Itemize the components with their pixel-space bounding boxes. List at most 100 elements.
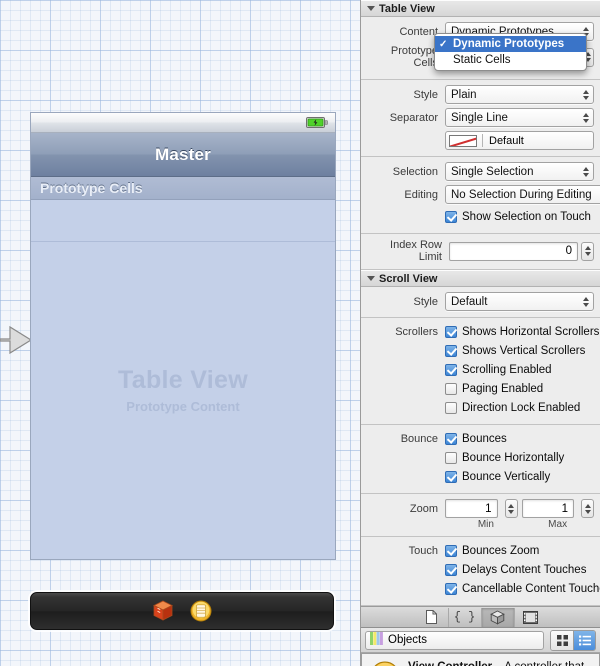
row-cancellable-content-touches[interactable]: Cancellable Content Touches [365, 580, 600, 597]
library-item-title: View Controller [408, 661, 492, 666]
checkbox-direction-lock-enabled[interactable] [445, 401, 457, 414]
row-zoom[interactable]: Zoom 1 1 [365, 499, 594, 518]
index-row-limit-stepper[interactable] [581, 241, 594, 261]
index-row-limit-value: 0 [565, 245, 572, 257]
file-template-library-tab[interactable] [415, 608, 448, 627]
object-library-tab[interactable] [480, 607, 514, 627]
media-library-tab[interactable] [513, 607, 547, 627]
row-separator-color[interactable]: Default [365, 131, 594, 150]
table-view-controller-icon[interactable] [190, 600, 212, 622]
selection-popup-button[interactable]: Single Selection [445, 162, 594, 181]
scene-dock[interactable] [30, 592, 334, 630]
row-show-selection-on-touch[interactable]: Show Selection on Touch [365, 208, 594, 225]
library-view-mode-group[interactable] [550, 629, 596, 651]
index-row-limit-field[interactable]: 0 [449, 241, 578, 261]
battery-charging-icon [306, 117, 328, 128]
checkbox-bounce-horizontally[interactable] [445, 451, 457, 464]
zoom-max-field[interactable]: 1 [521, 499, 574, 518]
table-view-controller-scene[interactable]: Master Prototype Cells Table View Protot… [30, 112, 336, 560]
table-section-header-label: Prototype Cells [40, 180, 143, 196]
zoom-max-stepper[interactable] [581, 499, 594, 518]
row-scrolling-enabled[interactable]: Scrolling Enabled [365, 361, 594, 378]
grid-view-button[interactable] [551, 630, 573, 650]
checkbox-show-selection-on-touch[interactable] [445, 210, 457, 223]
separator-popup-button[interactable]: Single Line [445, 108, 594, 127]
menu-item-static-cells[interactable]: Static Cells [435, 52, 586, 68]
label-separator: Separator [389, 111, 438, 124]
label-style: Style [413, 88, 438, 101]
separator-color-well[interactable]: Default [445, 131, 594, 150]
checkbox-shows-vertical-scrollers[interactable] [445, 344, 457, 357]
list-view-button[interactable] [573, 630, 595, 650]
content-popup-menu[interactable]: ✓ Dynamic Prototypes Static Cells [434, 33, 587, 71]
checkbox-paging-enabled[interactable] [445, 382, 457, 395]
navigation-bar[interactable]: Master [31, 133, 335, 177]
table-view-style-block: Style Plain Separator Single Line Defaul… [361, 80, 600, 157]
zoom-captions: Min Max [365, 519, 594, 530]
label-bounces-zoom: Bounces Zoom [462, 544, 540, 557]
library-category-select[interactable]: Objects [365, 630, 544, 650]
row-bounces-zoom[interactable]: Touch Bounces Zoom [365, 542, 594, 559]
checkbox-scrolling-enabled[interactable] [445, 363, 457, 376]
section-header-table-view[interactable]: Table View [361, 0, 600, 17]
label-direction-lock-enabled: Direction Lock Enabled [462, 401, 581, 414]
checkbox-bounces[interactable] [445, 432, 457, 445]
zoom-min-stepper[interactable] [504, 499, 518, 518]
library-chooser-bar[interactable]: Objects [361, 628, 600, 653]
menu-item-dynamic-prototypes[interactable]: ✓ Dynamic Prototypes [435, 36, 586, 52]
row-index-row-limit[interactable]: Index Row Limit 0 [365, 239, 594, 263]
row-style[interactable]: Style Plain [365, 85, 594, 104]
table-view-body[interactable]: Table View Prototype Content [31, 242, 335, 559]
editing-popup-value: No Selection During Editing [451, 188, 592, 201]
row-selection[interactable]: Selection Single Selection [365, 162, 594, 181]
code-snippet-library-tab[interactable]: { } [447, 607, 481, 627]
table-view-content-block: Content Dynamic Prototypes Prototype Cel… [361, 17, 600, 80]
zoom-min-field[interactable]: 1 [445, 499, 498, 518]
row-shows-vertical-scrollers[interactable]: Shows Vertical Scrollers [365, 342, 594, 359]
row-bounces[interactable]: Bounce Bounces [365, 430, 594, 447]
separator-color-value: Default [489, 134, 524, 147]
library-list[interactable]: View Controller – A controller that supp… [361, 653, 600, 666]
checkbox-bounce-vertically[interactable] [445, 470, 457, 483]
table-view-selection-block: Selection Single Selection Editing No Se… [361, 157, 600, 234]
label-scroll-style: Style [413, 295, 438, 308]
prototype-cell[interactable] [31, 200, 335, 242]
popup-arrows-icon [583, 166, 589, 177]
row-scroll-style[interactable]: Style Default [365, 292, 594, 311]
row-shows-horizontal-scrollers[interactable]: Scrollers Shows Horizontal Scrollers [365, 323, 599, 340]
zoom-max-value: 1 [561, 502, 568, 515]
label-zoom: Zoom [409, 502, 438, 515]
row-separator[interactable]: Separator Single Line [365, 108, 594, 127]
checkbox-delays-content-touches[interactable] [445, 563, 457, 576]
row-bounce-horizontally[interactable]: Bounce Horizontally [365, 449, 594, 466]
label-cancellable-content-touches: Cancellable Content Touches [462, 582, 600, 595]
row-editing[interactable]: Editing No Selection During Editing [365, 185, 600, 204]
library-category-icon [370, 632, 383, 648]
menu-item-label: Dynamic Prototypes [453, 38, 565, 50]
library-tab-bar[interactable]: { } [361, 606, 600, 628]
label-scrolling-enabled: Scrolling Enabled [462, 363, 552, 376]
disclosure-triangle-icon[interactable] [367, 6, 375, 11]
row-direction-lock-enabled[interactable]: Direction Lock Enabled [365, 399, 594, 416]
attributes-inspector[interactable]: Table View Content Dynamic Prototypes Pr… [360, 0, 600, 666]
menu-item-label: Static Cells [453, 54, 511, 66]
initial-view-controller-arrow-icon[interactable] [0, 322, 34, 361]
checkbox-shows-horizontal-scrollers[interactable] [445, 325, 457, 338]
row-paging-enabled[interactable]: Paging Enabled [365, 380, 594, 397]
storyboard-canvas[interactable]: Master Prototype Cells Table View Protot… [0, 0, 360, 666]
section-header-scroll-view[interactable]: Scroll View [361, 270, 600, 287]
row-delays-content-touches[interactable]: Delays Content Touches [365, 561, 594, 578]
row-bounce-vertically[interactable]: Bounce Vertically [365, 468, 594, 485]
popup-arrows-icon [583, 296, 589, 307]
grid-icon [556, 634, 568, 646]
checkbox-bounces-zoom[interactable] [445, 544, 457, 557]
scroll-view-style-block: Style Default [361, 287, 600, 318]
style-popup-button[interactable]: Plain [445, 85, 594, 104]
disclosure-triangle-icon[interactable] [367, 276, 375, 281]
selection-popup-value: Single Selection [451, 165, 534, 178]
files-owner-cube-icon[interactable] [152, 600, 174, 622]
editing-popup-button[interactable]: No Selection During Editing [445, 185, 600, 204]
library-item-view-controller[interactable]: View Controller – A controller that supp… [361, 653, 600, 666]
scroll-style-popup-button[interactable]: Default [445, 292, 594, 311]
checkbox-cancellable-content-touches[interactable] [445, 582, 457, 595]
